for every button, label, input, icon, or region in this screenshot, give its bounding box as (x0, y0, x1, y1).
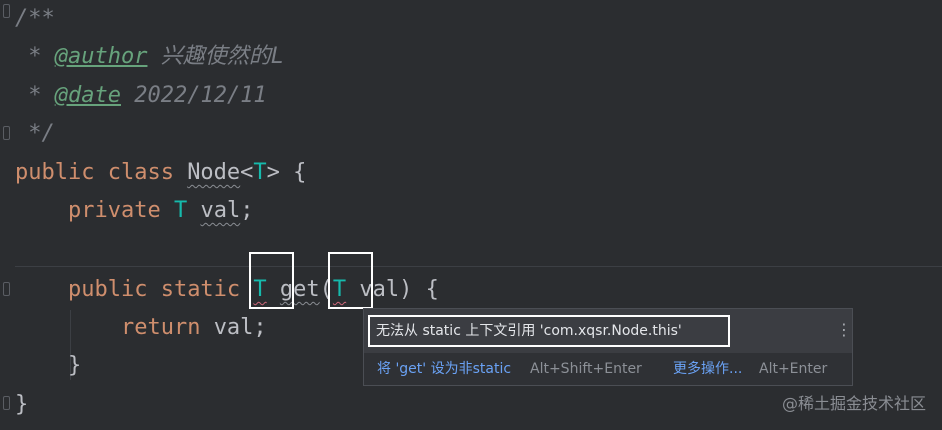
code-line-11: } (15, 392, 29, 417)
more-actions-shortcut: Alt+Enter (759, 361, 828, 377)
code-line-4: */ (15, 121, 55, 146)
code-line-5: public class Node<T> { (15, 160, 307, 185)
highlight-box-param-type (328, 252, 373, 309)
editor-gutter (0, 0, 12, 430)
field-val[interactable]: val (200, 198, 240, 223)
kebab-menu-icon[interactable]: ⋮ (836, 321, 852, 339)
code-line-2: * @author 兴趣使然的L (15, 44, 284, 69)
more-actions-link[interactable]: 更多操作... (673, 353, 742, 385)
code-line-6: private T val; (67, 198, 254, 223)
highlight-box-return-type (249, 252, 294, 309)
error-message-row: 无法从 static 上下文引用 'com.xqsr.Node.this' ⋮ (364, 309, 852, 353)
make-non-static-shortcut: Alt+Shift+Enter (530, 361, 642, 377)
method-separator (15, 266, 942, 267)
watermark: @稀土掘金技术社区 (781, 394, 926, 413)
quick-fix-bar: 将 'get' 设为非static Alt+Shift+Enter 更多操作..… (364, 353, 852, 385)
javadoc-date-tag: @date (54, 83, 121, 108)
error-message: 无法从 static 上下文引用 'com.xqsr.Node.this' (368, 315, 730, 347)
make-non-static-action[interactable]: 将 'get' 设为非static (377, 353, 511, 385)
code-line-1: /** (15, 6, 55, 31)
code-line-10: } (15, 353, 82, 378)
fold-marker-icon[interactable] (3, 396, 10, 410)
fold-marker-icon[interactable] (3, 282, 10, 296)
class-name-node[interactable]: Node (187, 160, 240, 185)
code-line-8: public static T get(T val) { (67, 277, 439, 302)
code-line-3: * @date 2022/12/11 (15, 83, 267, 108)
code-line-9: return val; (120, 315, 267, 340)
javadoc-author-tag: @author (54, 44, 148, 69)
error-tooltip-popup[interactable]: 无法从 static 上下文引用 'com.xqsr.Node.this' ⋮ … (363, 308, 853, 386)
fold-marker-icon[interactable] (3, 4, 10, 18)
fold-marker-icon[interactable] (3, 126, 10, 140)
